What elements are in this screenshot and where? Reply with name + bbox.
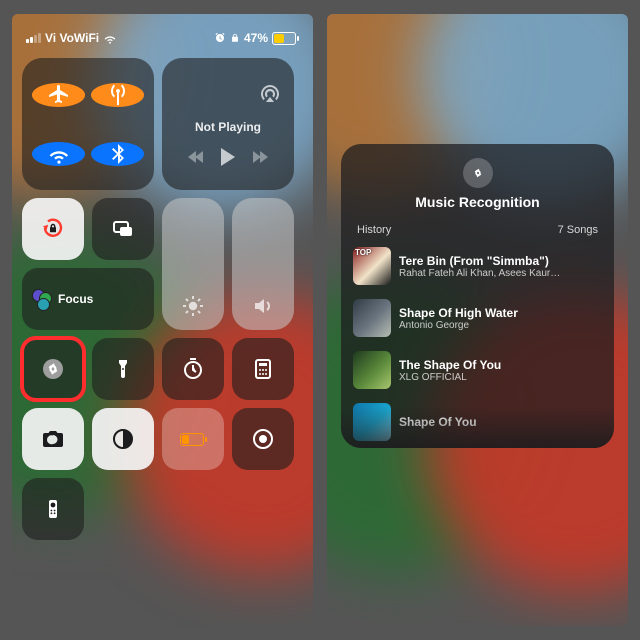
album-art: TOP <box>353 247 391 285</box>
popup-title: Music Recognition <box>415 194 539 210</box>
screen-mirroring-icon <box>111 217 135 241</box>
rewind-button[interactable] <box>189 151 203 163</box>
shazam-icon <box>41 357 65 381</box>
history-label: History <box>357 224 391 236</box>
remote-icon <box>41 497 65 521</box>
orientation-lock-button[interactable] <box>22 198 84 260</box>
shazam-icon <box>463 158 493 188</box>
lock-rotation-icon <box>41 217 65 241</box>
song-artist: XLG OFFICIAL <box>399 372 501 383</box>
low-power-mode-button[interactable] <box>162 408 224 470</box>
cellular-data-toggle[interactable] <box>91 83 144 107</box>
camera-button[interactable] <box>22 408 84 470</box>
control-center-grid: Not Playing <box>22 58 303 540</box>
brightness-slider[interactable] <box>162 198 224 330</box>
connectivity-group[interactable] <box>22 58 154 190</box>
rotation-lock-icon <box>230 32 240 44</box>
cellular-signal-icon <box>26 33 41 43</box>
bluetooth-toggle[interactable] <box>91 142 144 166</box>
screen-mirroring-button[interactable] <box>92 198 154 260</box>
focus-label: Focus <box>58 292 93 306</box>
wifi-toggle[interactable] <box>32 142 85 166</box>
song-title: Shape Of High Water <box>399 306 518 320</box>
album-art <box>353 299 391 337</box>
shazam-button[interactable] <box>22 338 84 400</box>
screen-record-button[interactable] <box>232 408 294 470</box>
fast-forward-button[interactable] <box>253 151 267 163</box>
alarm-icon <box>214 32 226 44</box>
song-row[interactable]: TOP Tere Bin (From "Simmba")Rahat Fateh A… <box>341 240 614 292</box>
airplane-mode-toggle[interactable] <box>32 83 85 107</box>
focus-button[interactable]: Focus <box>22 268 154 330</box>
history-count: 7 Songs <box>558 224 598 236</box>
wifi-icon <box>47 142 71 166</box>
play-button[interactable] <box>221 148 235 166</box>
sun-icon <box>181 294 205 318</box>
song-row[interactable]: The Shape Of YouXLG OFFICIAL <box>341 344 614 396</box>
wifi-icon <box>103 31 117 45</box>
airplay-icon[interactable] <box>258 82 282 106</box>
camera-icon <box>41 427 65 451</box>
dark-mode-icon <box>111 427 135 451</box>
media-state-label: Not Playing <box>195 120 261 134</box>
media-controls[interactable]: Not Playing <box>162 58 294 190</box>
status-bar: Vi VoWiFi 47% <box>22 24 303 52</box>
battery-pct: 47% <box>244 31 268 45</box>
bluetooth-icon <box>106 142 130 166</box>
battery-low-icon <box>180 433 207 446</box>
song-title: The Shape Of You <box>399 358 501 372</box>
album-art <box>353 351 391 389</box>
control-center: Vi VoWiFi 47% <box>12 14 313 626</box>
speaker-icon <box>251 294 275 318</box>
record-icon <box>251 427 275 451</box>
song-artist: Antonio George <box>399 320 518 331</box>
focus-modes-icon <box>32 289 52 309</box>
song-row[interactable]: Shape Of High WaterAntonio George <box>341 292 614 344</box>
timer-icon <box>181 357 205 381</box>
timer-button[interactable] <box>162 338 224 400</box>
airplane-icon <box>47 83 71 107</box>
song-title: Tere Bin (From "Simmba") <box>399 254 560 268</box>
music-recognition-popup[interactable]: Music Recognition History 7 Songs TOP Ter… <box>341 144 614 448</box>
song-artist: Rahat Fateh Ali Khan, Asees Kaur… <box>399 268 560 279</box>
music-recognition-panel: Music Recognition History 7 Songs TOP Ter… <box>327 14 628 626</box>
battery-icon <box>272 32 299 45</box>
dark-mode-button[interactable] <box>92 408 154 470</box>
flashlight-button[interactable] <box>92 338 154 400</box>
volume-slider[interactable] <box>232 198 294 330</box>
calculator-button[interactable] <box>232 338 294 400</box>
antenna-icon <box>106 83 130 107</box>
apple-tv-remote-button[interactable] <box>22 478 84 540</box>
calculator-icon <box>251 357 275 381</box>
list-fade <box>341 406 614 448</box>
carrier-label: Vi VoWiFi <box>45 31 99 45</box>
flashlight-icon <box>111 357 135 381</box>
